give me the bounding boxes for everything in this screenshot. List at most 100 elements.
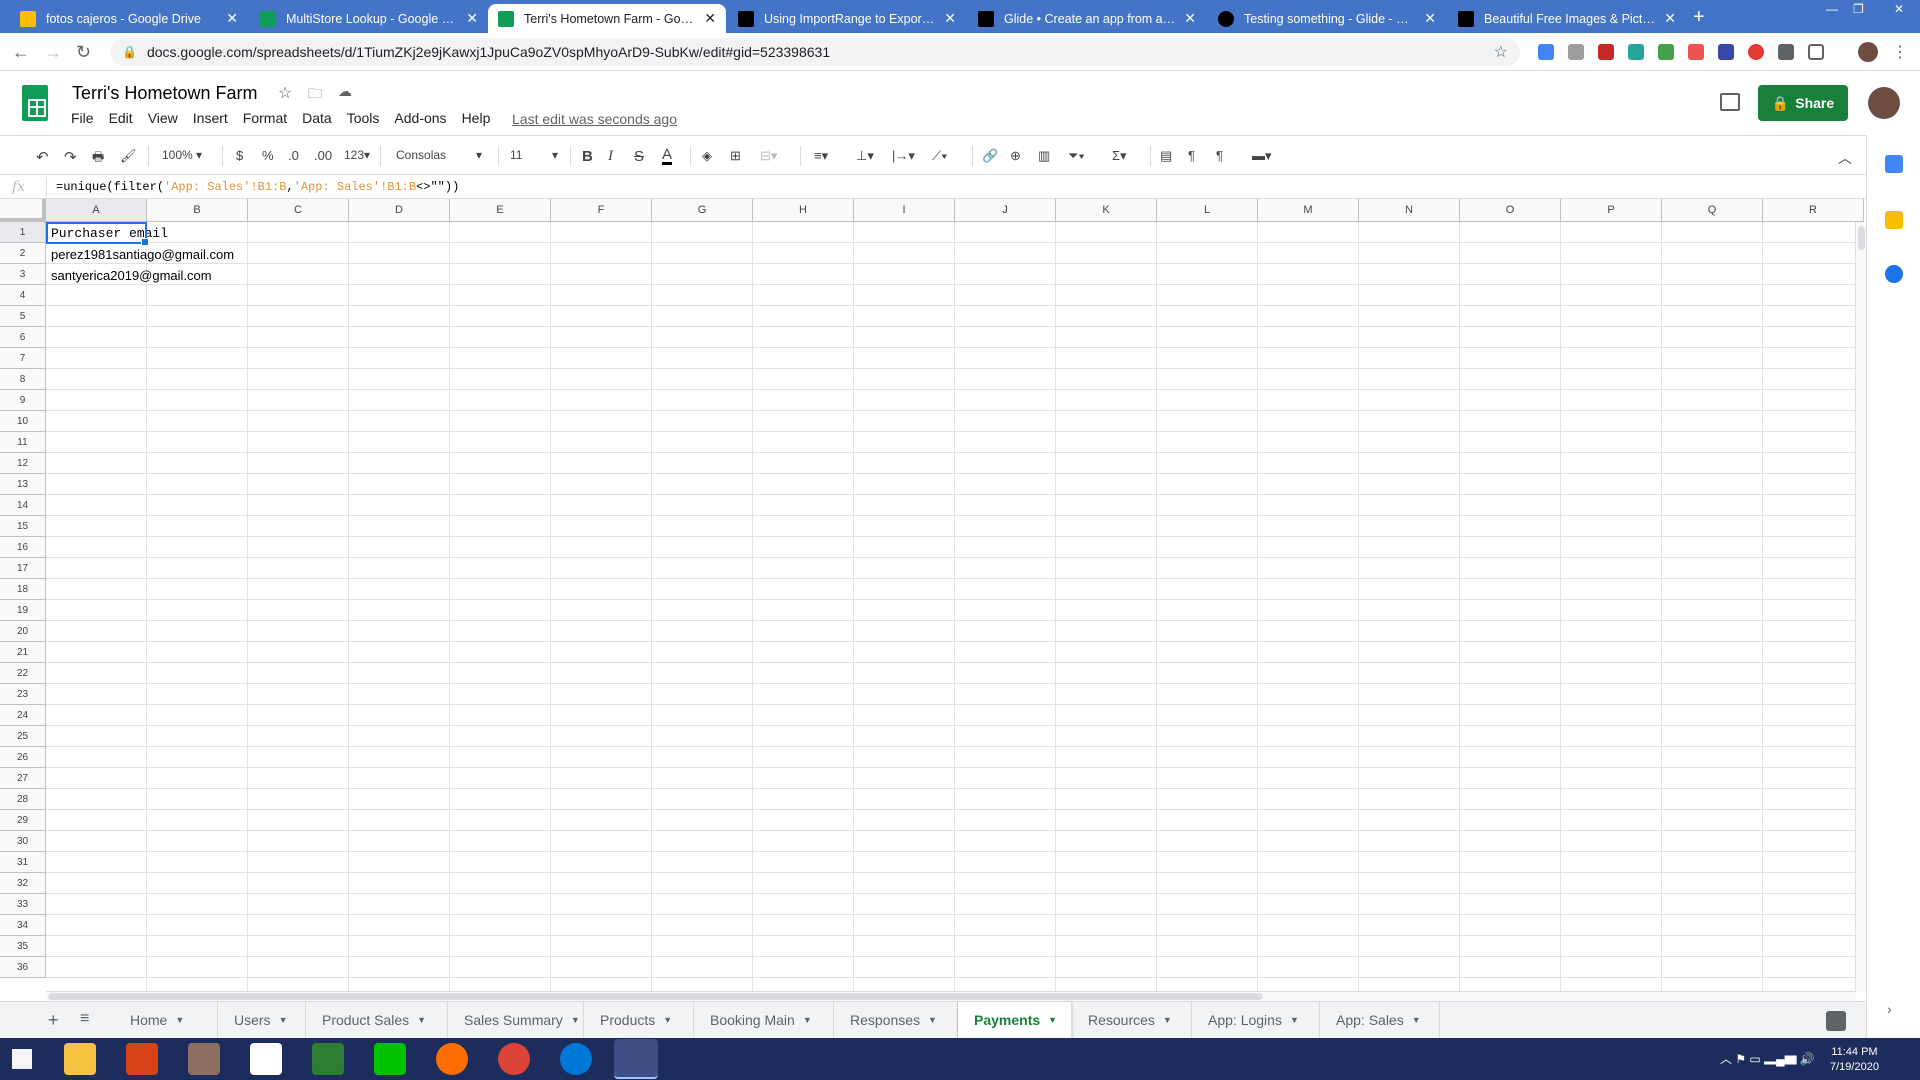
row-header-24[interactable]: 24 xyxy=(0,705,46,726)
percent-format-button[interactable]: % xyxy=(262,148,274,163)
row-header-25[interactable]: 25 xyxy=(0,726,46,747)
ltr-icon[interactable]: ¶ xyxy=(1188,148,1195,163)
all-sheets-icon[interactable]: ≡ xyxy=(80,1010,89,1028)
row-header-21[interactable]: 21 xyxy=(0,642,46,663)
row-header-2[interactable]: 2 xyxy=(0,243,46,264)
sheet-tab[interactable]: Home ▼ xyxy=(114,1002,218,1038)
browser-tab[interactable]: Using ImportRange to Export Em ✕ xyxy=(728,4,966,33)
sheet-tab[interactable]: Products ▼ xyxy=(584,1002,694,1038)
extension-icon[interactable] xyxy=(1718,44,1734,60)
app-icon[interactable] xyxy=(188,1043,220,1075)
row-header-20[interactable]: 20 xyxy=(0,621,46,642)
column-header-h[interactable]: H xyxy=(753,199,854,222)
firefox-icon[interactable] xyxy=(436,1043,468,1075)
row-header-35[interactable]: 35 xyxy=(0,936,46,957)
row-header-31[interactable]: 31 xyxy=(0,852,46,873)
browser-tab[interactable]: Glide • Create an app from a Go ✕ xyxy=(968,4,1206,33)
vertical-align-icon[interactable]: ⊥▾ xyxy=(856,148,874,164)
edge-icon[interactable] xyxy=(560,1043,592,1075)
column-header-n[interactable]: N xyxy=(1359,199,1460,222)
browser-tab-active[interactable]: Terri's Hometown Farm - Google ✕ xyxy=(488,4,726,33)
row-header-9[interactable]: 9 xyxy=(0,390,46,411)
text-wrap-icon[interactable]: |→▾ xyxy=(892,148,915,164)
row-header-22[interactable]: 22 xyxy=(0,663,46,684)
menu-addons[interactable]: Add-ons xyxy=(394,110,446,126)
tasks-icon[interactable] xyxy=(1885,265,1903,283)
menu-tools[interactable]: Tools xyxy=(347,110,380,126)
scroll-thumb[interactable] xyxy=(1858,226,1865,250)
close-window-icon[interactable]: ✕ xyxy=(1894,2,1904,16)
column-header-e[interactable]: E xyxy=(450,199,551,222)
currency-format-button[interactable]: $ xyxy=(236,148,243,163)
row-header-11[interactable]: 11 xyxy=(0,432,46,453)
insert-comment-icon[interactable]: ⊕ xyxy=(1010,148,1021,164)
row-header-19[interactable]: 19 xyxy=(0,600,46,621)
column-header-d[interactable]: D xyxy=(349,199,450,222)
text-color-button[interactable]: A xyxy=(662,147,673,165)
cast-icon[interactable] xyxy=(1808,44,1824,60)
calendar-icon[interactable] xyxy=(1885,155,1903,173)
extension-icon[interactable] xyxy=(1538,44,1554,60)
extension-toolbar-icon[interactable]: ▤ xyxy=(1160,148,1172,164)
row-header-15[interactable]: 15 xyxy=(0,516,46,537)
formula-text[interactable]: =unique(filter('App: Sales'!B1:B,'App: S… xyxy=(56,180,459,194)
sheet-tab-dropdown-icon[interactable]: ▼ xyxy=(1163,1015,1172,1025)
horizontal-align-icon[interactable]: ≡▾ xyxy=(814,148,828,164)
browser-tab[interactable]: MultiStore Lookup - Google She ✕ xyxy=(250,4,488,33)
app-icon[interactable] xyxy=(126,1043,158,1075)
extension-icon[interactable] xyxy=(1628,44,1644,60)
cell-area[interactable] xyxy=(46,222,1856,991)
line-icon[interactable] xyxy=(374,1043,406,1075)
font-family-select[interactable]: Consolas ▾ xyxy=(396,148,486,162)
extension-icon[interactable] xyxy=(1748,44,1764,60)
account-avatar[interactable] xyxy=(1868,87,1900,119)
formula-bar[interactable]: fx =unique(filter('App: Sales'!B1:B,'App… xyxy=(0,175,1866,199)
browser-tab[interactable]: Testing something - Glide - Creat ✕ xyxy=(1208,4,1446,33)
sheet-tab[interactable]: App: Sales ▼ xyxy=(1320,1002,1440,1038)
new-tab-icon[interactable]: + xyxy=(1693,6,1705,29)
chevron-right-icon[interactable]: › xyxy=(1887,1001,1892,1017)
row-header-3[interactable]: 3 xyxy=(0,264,46,285)
column-header-f[interactable]: F xyxy=(551,199,652,222)
menu-data[interactable]: Data xyxy=(302,110,332,126)
row-header-13[interactable]: 13 xyxy=(0,474,46,495)
increase-decimal-button[interactable]: .00 xyxy=(314,148,332,163)
explore-icon[interactable] xyxy=(1826,1011,1846,1031)
row-header-17[interactable]: 17 xyxy=(0,558,46,579)
scroll-thumb[interactable] xyxy=(48,993,1263,1000)
menu-file[interactable]: File xyxy=(71,110,94,126)
column-header-q[interactable]: Q xyxy=(1662,199,1763,222)
row-header-14[interactable]: 14 xyxy=(0,495,46,516)
collapse-menus-icon[interactable]: ︿ xyxy=(1838,148,1852,168)
sheet-tab-dropdown-icon[interactable]: ▼ xyxy=(1048,1015,1057,1025)
pdf-extension-icon[interactable] xyxy=(1598,44,1614,60)
cell-a2[interactable]: perez1981santiago@gmail.com xyxy=(48,247,234,262)
column-header-k[interactable]: K xyxy=(1056,199,1157,222)
row-header-6[interactable]: 6 xyxy=(0,327,46,348)
file-explorer-icon[interactable] xyxy=(64,1043,96,1075)
row-header-27[interactable]: 27 xyxy=(0,768,46,789)
profile-avatar[interactable] xyxy=(1858,42,1878,62)
sheet-tab-dropdown-icon[interactable]: ▼ xyxy=(803,1015,812,1025)
more-formats-select[interactable]: 123▾ xyxy=(344,148,370,162)
comment-icon[interactable] xyxy=(1720,93,1740,111)
star-icon[interactable]: ☆ xyxy=(278,83,292,103)
close-icon[interactable]: ✕ xyxy=(466,10,478,27)
row-header-28[interactable]: 28 xyxy=(0,789,46,810)
vertical-scrollbar[interactable] xyxy=(1855,222,1866,992)
menu-view[interactable]: View xyxy=(148,110,178,126)
paint-format-icon[interactable]: 🖌 xyxy=(120,148,137,164)
browser-tab[interactable]: Beautiful Free Images & Pictures ✕ xyxy=(1448,4,1686,33)
sheet-tab[interactable]: Resources ▼ xyxy=(1072,1002,1192,1038)
row-header-12[interactable]: 12 xyxy=(0,453,46,474)
borders-icon[interactable]: ⊞ xyxy=(730,148,741,164)
extension-icon[interactable] xyxy=(1568,44,1584,60)
reload-icon[interactable]: ↻ xyxy=(76,42,91,63)
windows-start-icon[interactable] xyxy=(12,1049,32,1069)
menu-format[interactable]: Format xyxy=(243,110,287,126)
url-bar[interactable]: 🔒 docs.google.com/spreadsheets/d/1TiumZK… xyxy=(110,38,1520,66)
column-header-l[interactable]: L xyxy=(1157,199,1258,222)
row-header-7[interactable]: 7 xyxy=(0,348,46,369)
chrome-icon[interactable] xyxy=(498,1043,530,1075)
close-icon[interactable]: ✕ xyxy=(944,10,956,27)
